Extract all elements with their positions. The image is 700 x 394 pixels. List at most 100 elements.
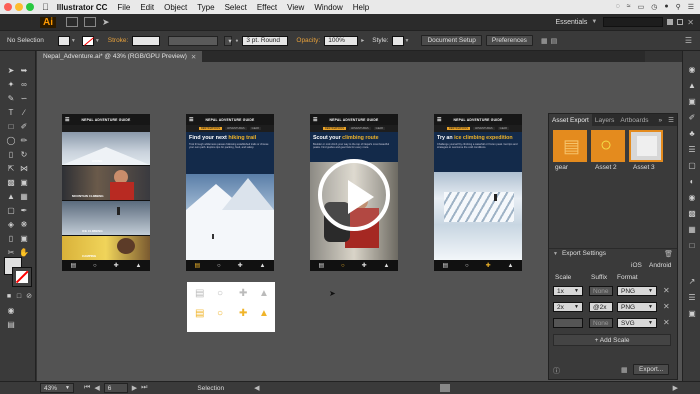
graphic-styles-icon[interactable]: ▩ [687,209,697,219]
tab-asset-export[interactable]: Asset Export [549,114,592,126]
distribute-icon[interactable]: ▤ [551,37,558,45]
collapse-panel-icon[interactable]: » [656,117,666,124]
scroll-right-icon[interactable]: ▶ [673,384,678,392]
maximize-icon[interactable] [677,19,684,25]
lasso-icon[interactable]: ∞ [19,80,29,90]
type-tool-icon[interactable]: T [6,108,16,118]
ios-option[interactable]: iOS [631,262,642,269]
chevron-down-icon[interactable]: ▼ [65,385,70,391]
stock-search-input[interactable] [603,17,664,27]
line-tool-icon[interactable]: ∕ [19,108,29,118]
clock-icon[interactable]: ◷ [651,3,657,11]
export-button[interactable]: Export... [633,364,670,375]
opacity-field[interactable]: 100% [324,35,359,46]
scale-select-3[interactable] [553,318,583,328]
previous-artboard-icon[interactable]: ◀ [94,384,99,392]
workspace-switcher[interactable]: Essentials [555,19,587,26]
export-settings-header[interactable]: ▼ Export Settings 🗑 [549,248,677,258]
remove-row-icon[interactable]: ✕ [663,286,670,295]
cc-icon[interactable]: ◌ [616,3,620,11]
gradient-panel-icon[interactable]: ▢ [687,161,697,171]
chevron-right-icon[interactable]: ▸ [361,37,364,44]
next-artboard-icon[interactable]: ▶ [132,384,137,392]
zoom-window-button[interactable] [26,3,34,11]
wifi-icon[interactable]: ≈ [627,3,631,11]
list-icon[interactable]: ☰ [688,3,694,11]
symbol-sprayer-icon[interactable]: ❋ [19,220,29,230]
horizontal-scroll-thumb[interactable] [439,384,450,392]
stroke-color-box[interactable] [12,267,32,287]
brushes-icon[interactable]: ✐ [687,113,697,123]
minimize-icon[interactable] [667,19,674,25]
graphic-style-swatch[interactable] [391,35,404,46]
chevron-down-icon[interactable]: ▼ [648,320,653,326]
artboard-tool-icon[interactable]: ▣ [19,234,29,244]
artboards-icon[interactable]: ▣ [687,309,697,319]
app-menu[interactable]: Illustrator CC [57,3,108,12]
scale-select-1[interactable]: 1x ▼ [553,286,583,296]
panel-menu-icon[interactable]: ☰ [685,36,692,45]
magic-wand-icon[interactable]: ✦ [6,80,16,90]
chevron-down-icon[interactable]: ▼ [71,38,76,44]
blend-icon[interactable]: ◈ [6,220,16,230]
brush-definition[interactable]: 3 pt. Round [242,35,289,46]
shape-builder-icon[interactable]: ▣ [19,178,29,188]
close-icon[interactable]: ✕ [191,53,196,61]
perspective-grid-icon[interactable]: ▲ [6,192,16,202]
menu-edit[interactable]: Edit [140,3,154,12]
delete-icon[interactable]: 🗑 [664,250,673,258]
symbols-icon[interactable]: ♣ [687,129,697,139]
first-artboard-icon[interactable]: ⏮ [84,384,90,392]
remove-row-icon[interactable]: ✕ [663,318,670,327]
fill-swatch[interactable] [57,35,70,46]
rotate-icon[interactable]: ↻ [19,150,29,160]
document-setup-button[interactable]: Document Setup [421,35,482,46]
asset-thumb-gear[interactable]: ▤ [553,130,587,162]
scale-icon[interactable]: ⇱ [6,164,16,174]
preferences-button[interactable]: Preferences [485,35,533,46]
rectangle-tool-icon[interactable]: □ [6,122,16,132]
transform-panel-icon[interactable]: □ [687,241,697,251]
menu-select[interactable]: Select [225,3,247,12]
arrange-documents-icon[interactable] [84,17,96,27]
scale-select-2[interactable]: 2x ▼ [553,302,583,312]
align-panel-icon[interactable]: ▦ [687,225,697,235]
panel-menu-icon[interactable]: ☰ [665,116,677,124]
pencil-icon[interactable]: ✏ [19,136,29,146]
suffix-input-3[interactable]: None [589,318,613,328]
tab-layers[interactable]: Layers [592,117,618,124]
stroke-swatch[interactable] [81,35,94,46]
chevron-down-icon[interactable]: ▼ [648,304,653,310]
color-panel-icon[interactable]: ◉ [687,65,697,75]
draw-mode-icon[interactable]: ◉ [6,306,16,316]
chevron-down-icon[interactable]: ▼ [553,251,558,257]
gradient-icon[interactable]: ▢ [6,206,16,216]
chevron-down-icon[interactable]: ▼ [405,38,410,44]
minimize-window-button[interactable] [15,3,23,11]
asset-thumb-2[interactable]: ○ [591,130,625,162]
document-tab[interactable]: Nepal_Adventure.ai* @ 43% (RGB/GPU Previ… [37,51,203,62]
menu-object[interactable]: Object [164,3,187,12]
none-mode-icon[interactable]: ⊘ [24,292,34,302]
selection-tool-icon[interactable]: ➤ [6,66,16,76]
eyedropper-icon[interactable]: ✒ [19,206,29,216]
chevron-down-icon[interactable]: ▼ [591,19,597,25]
stroke-panel-icon[interactable]: ☰ [687,145,697,155]
menu-view[interactable]: View [287,3,304,12]
align-icon[interactable]: ▦ [541,37,548,45]
add-scale-button[interactable]: + Add Scale [553,334,671,346]
close-window-button[interactable] [4,3,12,11]
column-graph-icon[interactable]: ▯ [6,234,16,244]
format-select-2[interactable]: PNG ▼ [617,302,657,312]
chevron-down-icon[interactable]: ▼ [574,288,579,294]
stroke-weight-field[interactable] [132,35,161,46]
libraries-icon[interactable]: ▣ [687,97,697,107]
artboard-1[interactable]: ☰ NEPAL ADVENTURE GUIDE HIKING MOUNTAIN C… [62,114,150,271]
chevron-down-icon[interactable]: ▾ [224,35,233,46]
transparency-icon[interactable]: ◐ [687,177,697,187]
chevron-down-icon[interactable]: ▼ [95,38,100,44]
free-transform-icon[interactable]: ▩ [6,178,16,188]
asset-export-icon[interactable]: ↗ [687,277,697,287]
artboard-4[interactable]: ☰ NEPAL ADVENTURE GUIDE DESTINATIONS ADVE… [434,114,522,271]
icon-artboard[interactable]: ▤ ○ ✚ ▲ ▤ ○ ✚ ▲ [187,282,275,332]
